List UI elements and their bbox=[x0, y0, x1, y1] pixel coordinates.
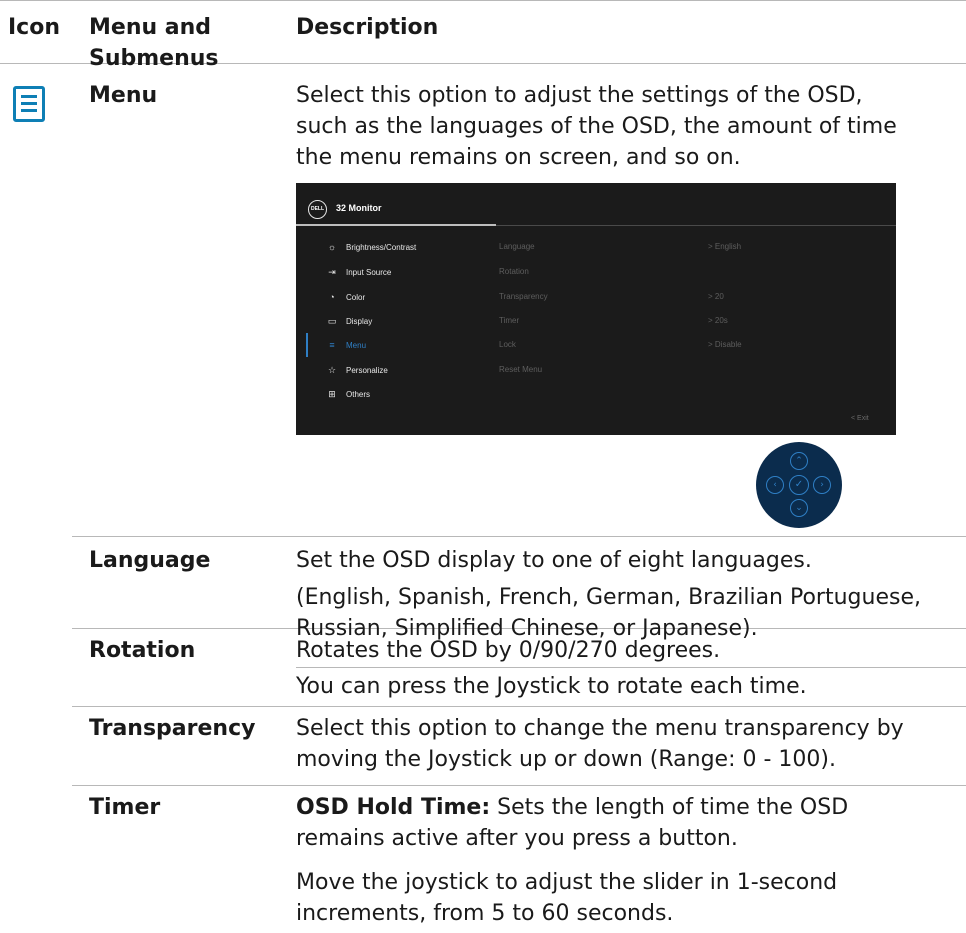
osd-title: 32 Monitor bbox=[336, 203, 382, 213]
row-desc-timer-1: OSD Hold Time: Sets the length of time t… bbox=[296, 792, 936, 854]
row-desc-rotation-1: Rotates the OSD by 0/90/270 degrees. bbox=[296, 638, 721, 663]
osd-item-input-source[interactable]: ⇥ Input Source bbox=[324, 264, 391, 280]
osd-sub-reset-menu[interactable]: Reset Menu bbox=[499, 362, 542, 378]
osd-sub-timer-value: > 20s bbox=[708, 316, 728, 325]
row-name-rotation: Rotation bbox=[89, 638, 196, 663]
cell-rule bbox=[296, 667, 966, 668]
row-rule bbox=[72, 785, 966, 786]
osd-item-label: Input Source bbox=[346, 268, 392, 277]
row-desc-language-1: Set the OSD display to one of eight lang… bbox=[296, 548, 812, 573]
osd-item-brightness[interactable]: ☼ Brightness/Contrast bbox=[324, 239, 416, 255]
sun-icon: ☼ bbox=[327, 242, 337, 252]
input-icon: ⇥ bbox=[328, 267, 336, 277]
menu-description: Select this option to adjust the setting… bbox=[296, 83, 897, 170]
joystick-confirm-icon[interactable]: ✓ bbox=[789, 475, 809, 495]
osd-sub-transparency-value: > 20 bbox=[708, 292, 724, 301]
joystick-right-icon[interactable]: › bbox=[813, 476, 831, 494]
osd-item-menu[interactable]: ≡ Menu bbox=[324, 337, 366, 353]
timer-lead: OSD Hold Time: bbox=[296, 795, 491, 820]
palette-icon: ◔ bbox=[329, 292, 335, 302]
osd-sub-lock-value: > Disable bbox=[708, 340, 742, 349]
joystick-left-icon[interactable]: ‹ bbox=[766, 476, 784, 494]
osd-item-label: Menu bbox=[346, 341, 367, 350]
menu-icon: ≡ bbox=[329, 340, 335, 350]
joystick-up-icon[interactable]: ⌃ bbox=[790, 452, 808, 470]
osd-sub-lock[interactable]: Lock bbox=[499, 337, 516, 353]
header-menu: Menu and Submenus bbox=[89, 15, 219, 71]
osd-item-label: Color bbox=[346, 293, 366, 302]
row-desc-timer-2: Move the joystick to adjust the slider i… bbox=[296, 870, 838, 926]
header-description: Description bbox=[296, 15, 439, 40]
joystick: ⌃ ⌄ ‹ › ✓ bbox=[756, 442, 842, 528]
row-name-timer: Timer bbox=[89, 795, 161, 820]
osd-sub-language[interactable]: Language bbox=[499, 239, 535, 255]
osd-selection-bar bbox=[306, 333, 308, 357]
osd-item-others[interactable]: ⊞ Others bbox=[324, 386, 370, 402]
header-icon: Icon bbox=[8, 15, 61, 40]
dell-logo: DELL bbox=[308, 200, 327, 219]
osd-item-label: Display bbox=[346, 317, 373, 326]
row-name-transparency: Transparency bbox=[89, 716, 256, 741]
osd-item-color[interactable]: ◔ Color bbox=[324, 289, 365, 305]
table-top-rule bbox=[0, 0, 966, 1]
osd-sub-rotation[interactable]: Rotation bbox=[499, 264, 529, 280]
osd-item-display[interactable]: ▭ Display bbox=[324, 313, 373, 329]
osd-item-label: Others bbox=[346, 390, 371, 399]
row-desc-transparency: Select this option to change the menu tr… bbox=[296, 716, 904, 772]
star-icon: ☆ bbox=[327, 365, 337, 375]
osd-item-label: Personalize bbox=[346, 366, 388, 375]
display-icon: ▭ bbox=[327, 316, 337, 326]
osd-exit[interactable]: < Exit bbox=[851, 413, 869, 425]
row-desc-rotation-2: You can press the Joystick to rotate eac… bbox=[296, 674, 807, 699]
osd-sub-language-value: > English bbox=[708, 242, 742, 251]
row-rule bbox=[72, 536, 966, 537]
osd-item-personalize[interactable]: ☆ Personalize bbox=[324, 362, 388, 378]
osd-sub-transparency[interactable]: Transparency bbox=[499, 289, 548, 305]
menu-name: Menu bbox=[89, 83, 158, 108]
row-name-language: Language bbox=[89, 548, 211, 573]
joystick-down-icon[interactable]: ⌄ bbox=[790, 499, 808, 517]
osd-item-label: Brightness/Contrast bbox=[346, 243, 417, 252]
osd-tab-indicator bbox=[296, 224, 496, 226]
menu-list-icon bbox=[13, 86, 45, 122]
others-icon: ⊞ bbox=[328, 389, 336, 399]
row-rule bbox=[72, 706, 966, 707]
osd-sub-timer[interactable]: Timer bbox=[499, 313, 519, 329]
osd-screenshot: DELL 32 Monitor ☼ Brightness/Contrast ⇥ In… bbox=[296, 183, 896, 435]
